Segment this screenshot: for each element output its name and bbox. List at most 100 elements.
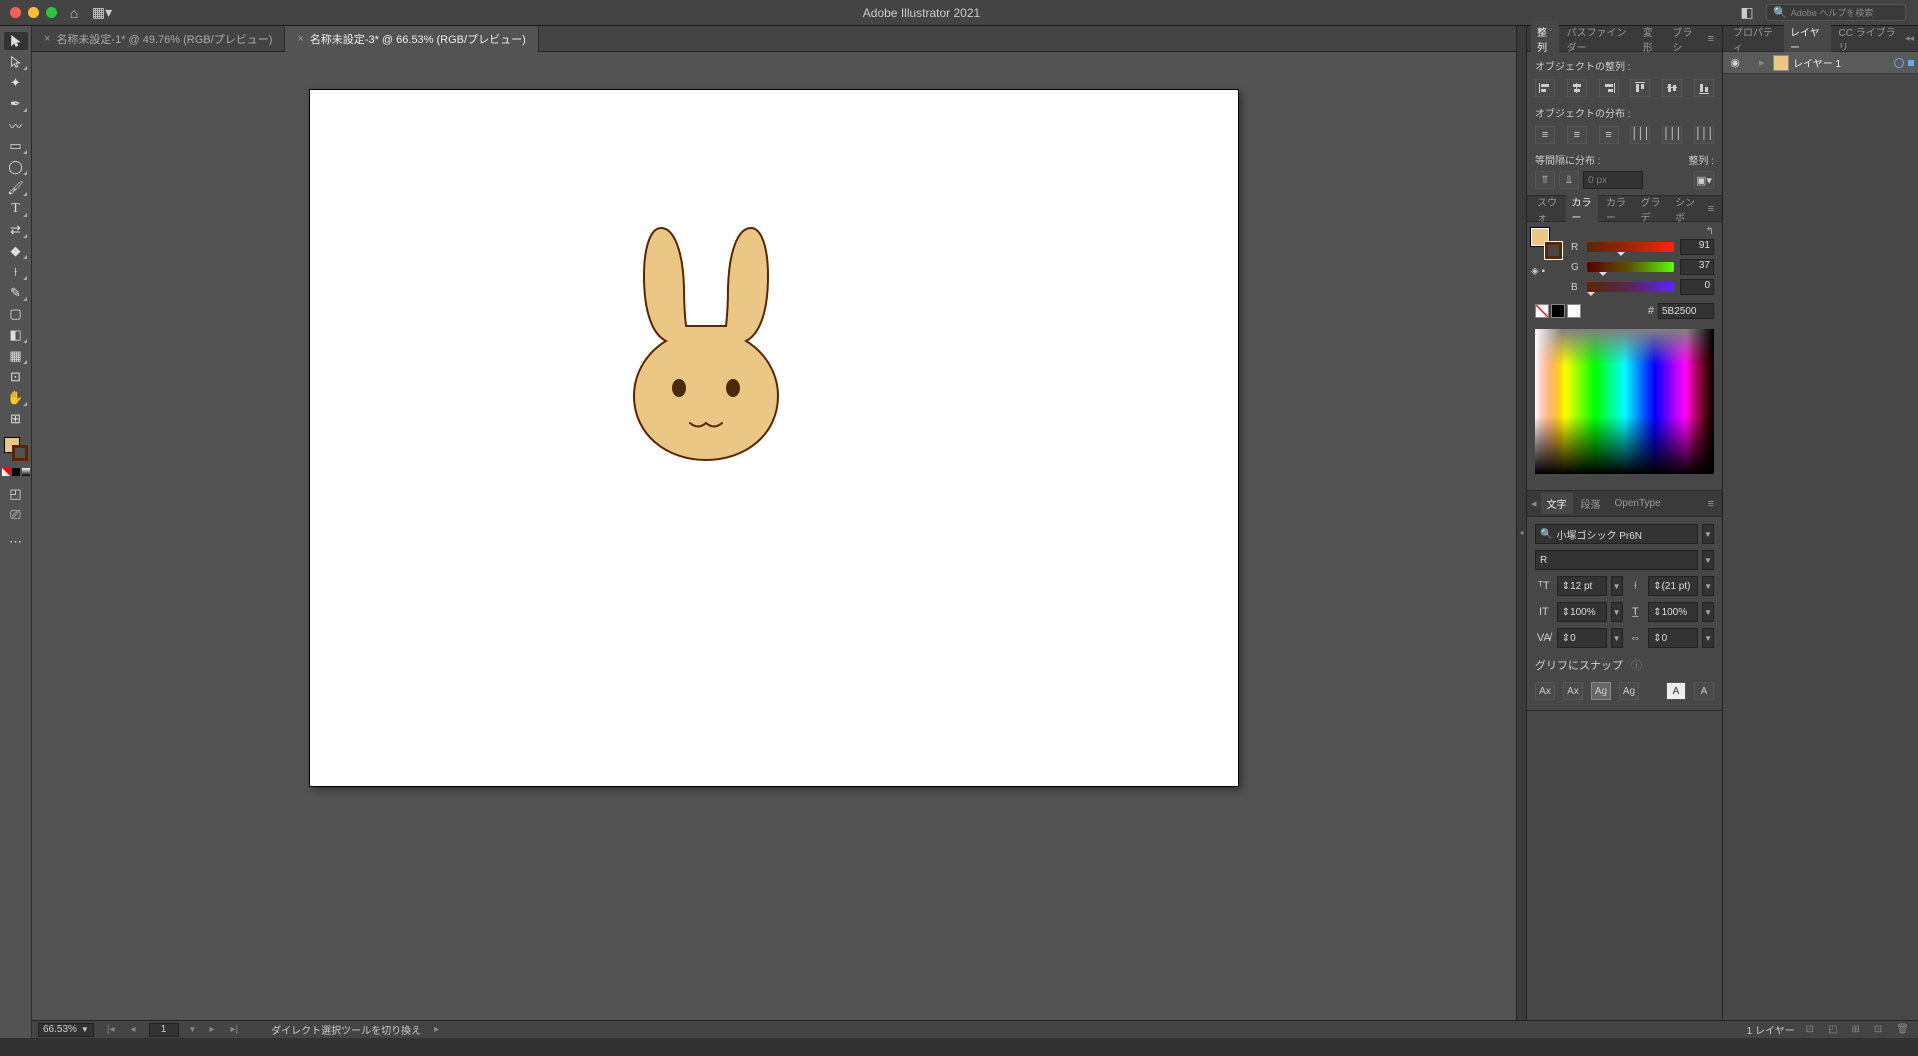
- hscale-dropdown-icon[interactable]: ▼: [1702, 602, 1714, 622]
- font-family-input[interactable]: 🔍小塚ゴシック Pr6N: [1535, 524, 1698, 544]
- r-slider[interactable]: [1587, 242, 1674, 252]
- hdist-space[interactable]: ⫫: [1559, 171, 1579, 189]
- tab-opentype[interactable]: OpenType: [1609, 495, 1667, 512]
- panel-menu-icon[interactable]: ≡: [1704, 203, 1718, 215]
- tracking-input[interactable]: ⇕ 0: [1648, 628, 1698, 648]
- gradient-tool[interactable]: ▦: [4, 347, 28, 365]
- font-dropdown-icon[interactable]: ▼: [1702, 524, 1714, 544]
- color-mode-toggles[interactable]: [2, 468, 30, 476]
- layer-row[interactable]: ◉ ▸ レイヤー 1: [1723, 52, 1918, 74]
- hscale-input[interactable]: ⇕ 100%: [1648, 602, 1698, 622]
- style-dropdown-icon[interactable]: ▼: [1702, 550, 1714, 570]
- info-icon[interactable]: ⓘ: [1631, 657, 1642, 673]
- align-hcenter[interactable]: [1567, 79, 1587, 97]
- vscale-dropdown-icon[interactable]: ▼: [1611, 602, 1623, 622]
- g-slider[interactable]: [1587, 262, 1674, 272]
- delete-layer-icon[interactable]: 🗑: [1893, 1024, 1912, 1035]
- vdist-center[interactable]: ≡: [1567, 126, 1587, 144]
- new-sublayer-icon[interactable]: ⊞: [1849, 1024, 1863, 1035]
- canvas[interactable]: [32, 52, 1516, 1038]
- paintbrush-tool[interactable]: 🖌: [4, 179, 28, 197]
- glyph-btn-5[interactable]: A: [1666, 682, 1686, 700]
- hdist-left[interactable]: ׀׀׀: [1630, 126, 1650, 144]
- zoom-tool[interactable]: ⊡: [4, 368, 28, 386]
- align-vcenter[interactable]: [1662, 79, 1682, 97]
- home-icon[interactable]: ⌂: [63, 5, 85, 21]
- b-slider[interactable]: [1587, 282, 1674, 292]
- g-value[interactable]: 37: [1680, 259, 1714, 275]
- locate-object-icon[interactable]: ⊡: [1803, 1024, 1817, 1035]
- close-window[interactable]: [10, 7, 21, 18]
- size-dropdown-icon[interactable]: ▼: [1611, 576, 1623, 596]
- artboard-tool[interactable]: ▢: [4, 305, 28, 323]
- glyph-btn-2[interactable]: Ax: [1563, 682, 1583, 700]
- vdist-space[interactable]: ⫪: [1535, 171, 1555, 189]
- minimize-window[interactable]: [28, 7, 39, 18]
- hdist-right[interactable]: ׀׀׀: [1694, 126, 1714, 144]
- status-menu-icon[interactable]: ▸: [431, 1024, 442, 1035]
- shape-builder-tool[interactable]: ◆: [4, 242, 28, 260]
- arrange-docs-icon[interactable]: ▦▾: [91, 4, 113, 21]
- screen-mode[interactable]: ⎚: [4, 506, 28, 524]
- hand-tool[interactable]: ✋: [4, 389, 28, 407]
- tab-paragraph[interactable]: 段落: [1575, 493, 1607, 514]
- align-bottom[interactable]: [1694, 79, 1714, 97]
- eyedropper-tool[interactable]: ✎: [4, 284, 28, 302]
- tab-character[interactable]: 文字: [1541, 493, 1573, 514]
- panel-menu-icon[interactable]: ≡: [1704, 33, 1718, 45]
- doc-tab-2[interactable]: ×名称未設定-3* @ 66.53% (RGB/プレビュー): [285, 26, 538, 52]
- spacing-input[interactable]: [1583, 171, 1643, 189]
- leading-dropdown-icon[interactable]: ▼: [1702, 576, 1714, 596]
- direct-selection-tool[interactable]: [4, 53, 28, 71]
- zoom-field[interactable]: 66.53% ▼: [38, 1023, 94, 1037]
- maximize-window[interactable]: [46, 7, 57, 18]
- slice-tool[interactable]: ⊞: [4, 410, 28, 428]
- new-layer-icon[interactable]: ⊡: [1871, 1024, 1885, 1035]
- draw-mode[interactable]: ◰: [4, 485, 28, 503]
- color-spectrum[interactable]: [1535, 329, 1714, 474]
- fill-stroke-swatch[interactable]: [4, 437, 28, 461]
- font-style-input[interactable]: R: [1535, 550, 1698, 570]
- align-right[interactable]: [1599, 79, 1619, 97]
- rectangle-tool[interactable]: ▭: [4, 137, 28, 155]
- stroke-proxy[interactable]: [1545, 242, 1562, 259]
- kerning-dropdown-icon[interactable]: ▼: [1611, 628, 1623, 648]
- layer-thumbnail[interactable]: [1773, 55, 1789, 71]
- workspace-icon[interactable]: ◧: [1736, 4, 1758, 21]
- align-top[interactable]: [1630, 79, 1650, 97]
- kerning-input[interactable]: ⇕ 0: [1557, 628, 1607, 648]
- reflect-tool[interactable]: ⇄: [4, 221, 28, 239]
- edit-toolbar[interactable]: ⋯: [4, 533, 28, 551]
- artboard-dropdown-icon[interactable]: ▼: [189, 1025, 197, 1034]
- panel-collapse-icon[interactable]: ◂◂: [1905, 33, 1914, 44]
- vscale-input[interactable]: ⇕ 100%: [1557, 602, 1607, 622]
- glyph-btn-6[interactable]: A: [1694, 682, 1714, 700]
- magic-wand-tool[interactable]: ✦: [4, 74, 28, 92]
- align-left[interactable]: [1535, 79, 1555, 97]
- expand-icon[interactable]: ▸: [1759, 56, 1769, 69]
- glyph-btn-4[interactable]: Ag: [1619, 682, 1639, 700]
- pen-tool[interactable]: ✒: [4, 95, 28, 113]
- font-size-input[interactable]: ⇕ 12 pt: [1557, 576, 1607, 596]
- glyph-btn-3[interactable]: Ag: [1591, 682, 1611, 700]
- hex-input[interactable]: [1658, 303, 1714, 319]
- artwork-bunny[interactable]: [616, 216, 796, 466]
- align-to-selection[interactable]: ▣▾: [1694, 171, 1714, 189]
- help-search[interactable]: 🔍 Adobe ヘルプを検索: [1766, 4, 1906, 21]
- spot-color-icon[interactable]: ◈ ▪: [1531, 266, 1559, 277]
- eraser-tool[interactable]: ◧: [4, 326, 28, 344]
- b-value[interactable]: 0: [1680, 279, 1714, 295]
- none-swatch[interactable]: [2, 468, 10, 476]
- vdist-top[interactable]: ≡: [1535, 126, 1555, 144]
- leading-input[interactable]: ⇕ (21 pt): [1648, 576, 1698, 596]
- curvature-tool[interactable]: 〰: [4, 116, 28, 134]
- panel-collapse-left[interactable]: ◂: [1516, 26, 1526, 1038]
- r-value[interactable]: 91: [1680, 239, 1714, 255]
- black-chip[interactable]: [1551, 304, 1565, 318]
- vdist-bottom[interactable]: ≡: [1599, 126, 1619, 144]
- clipping-mask-icon[interactable]: ◰: [1825, 1024, 1840, 1035]
- type-tool[interactable]: T: [4, 200, 28, 218]
- panel-menu-icon[interactable]: ≡: [1704, 498, 1718, 510]
- visibility-icon[interactable]: ◉: [1727, 56, 1743, 69]
- color-swatch[interactable]: [12, 468, 20, 476]
